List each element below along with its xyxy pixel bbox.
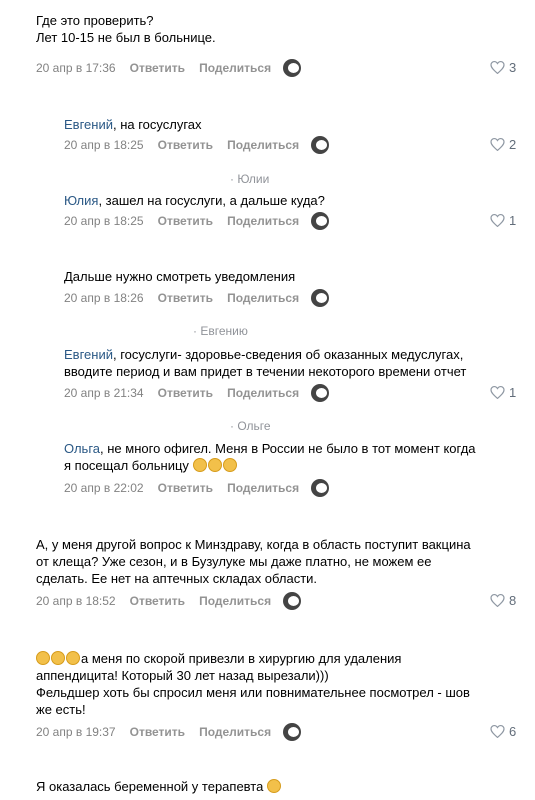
comment-text: А, у меня другой вопрос к Минздраву, ког… bbox=[36, 536, 471, 587]
comment-meta: 20 апр в 18:25 Ответить Поделиться bbox=[64, 212, 330, 230]
heart-icon bbox=[490, 138, 505, 151]
comment-line: Лет 10-15 не был в больнице. bbox=[36, 30, 216, 45]
comment-text: Где это проверить? Лет 10-15 не был в бо… bbox=[36, 12, 216, 46]
comment-date[interactable]: 20 апр в 17:36 bbox=[36, 61, 116, 75]
share-button[interactable]: Поделиться bbox=[199, 61, 271, 75]
like-button[interactable]: 2 bbox=[490, 137, 516, 152]
avatar[interactable] bbox=[283, 723, 302, 741]
comment-meta: 20 апр в 18:25 Ответить Поделиться bbox=[64, 136, 330, 154]
comment-date[interactable]: 20 апр в 18:25 bbox=[64, 214, 144, 228]
avatar[interactable] bbox=[311, 212, 330, 230]
heart-icon bbox=[490, 594, 505, 607]
flushed-emoji-icon bbox=[222, 458, 237, 472]
comment-line: от клеща? Уже сезон, и в Бузулуке мы даж… bbox=[36, 554, 432, 569]
reply-button[interactable]: Ответить bbox=[130, 61, 185, 75]
reply-button[interactable]: Ответить bbox=[158, 291, 213, 305]
heart-icon bbox=[490, 214, 505, 227]
avatar[interactable] bbox=[311, 384, 330, 402]
comment-meta: 20 апр в 21:34 Ответить Поделиться bbox=[64, 384, 330, 402]
share-button[interactable]: Поделиться bbox=[227, 138, 299, 152]
comment-line: вводите период и вам придет в течении не… bbox=[64, 364, 467, 379]
laughing-emoji-icon bbox=[66, 651, 80, 665]
share-button[interactable]: Поделиться bbox=[199, 725, 271, 739]
comment-text: Юлия, зашел на госуслуги, а дальше куда? bbox=[64, 192, 325, 209]
share-button[interactable]: Поделиться bbox=[227, 386, 299, 400]
reply-button[interactable]: Ответить bbox=[158, 138, 213, 152]
comment-line: , зашел на госуслуги, а дальше куда? bbox=[98, 193, 325, 208]
comment-line: Я оказалась беременной у терапевта bbox=[36, 779, 264, 794]
comment-date[interactable]: 20 апр в 18:26 bbox=[64, 291, 144, 305]
like-button[interactable]: 8 bbox=[490, 593, 516, 608]
comment-text: Ольга, не много офигел. Меня в России не… bbox=[64, 440, 476, 474]
comment-line: Фельдшер хоть бы спросил меня или повним… bbox=[36, 685, 470, 700]
flushed-emoji-icon bbox=[207, 458, 222, 472]
like-button[interactable]: 1 bbox=[490, 385, 516, 400]
share-button[interactable]: Поделиться bbox=[199, 594, 271, 608]
reply-to-label[interactable]: · Юлии bbox=[230, 172, 269, 186]
comment-line: сделать. Ее нет на аптечных складах обла… bbox=[36, 571, 318, 586]
comment-text: Я оказалась беременной у терапевта bbox=[36, 778, 282, 795]
like-count: 3 bbox=[509, 60, 517, 75]
comment-line: , госуслуги- здоровье-сведения об оказан… bbox=[112, 347, 464, 362]
share-button[interactable]: Поделиться bbox=[227, 291, 299, 305]
author-link[interactable]: Евгений bbox=[64, 347, 113, 362]
like-count: 1 bbox=[509, 213, 517, 228]
share-button[interactable]: Поделиться bbox=[227, 214, 299, 228]
comment-line: , на госуслугах bbox=[112, 117, 202, 132]
comment-line: , не много офигел. Меня в России не было… bbox=[100, 441, 476, 456]
comment-meta: 20 апр в 17:36 Ответить Поделиться bbox=[36, 59, 302, 77]
author-link[interactable]: Юлия bbox=[64, 193, 98, 208]
tired-emoji-icon bbox=[266, 779, 281, 793]
comment-text: Евгений, на госуслугах bbox=[64, 116, 202, 133]
comment-text: Дальше нужно смотреть уведомления bbox=[64, 269, 296, 284]
comment-date[interactable]: 20 апр в 18:52 bbox=[36, 594, 116, 608]
comment-meta: 20 апр в 18:26 Ответить Поделиться bbox=[64, 289, 330, 307]
comment-date[interactable]: 20 апр в 21:34 bbox=[64, 386, 144, 400]
reply-button[interactable]: Ответить bbox=[158, 386, 213, 400]
like-button[interactable]: 3 bbox=[490, 60, 516, 75]
author-link[interactable]: Евгений bbox=[64, 117, 113, 132]
reply-button[interactable]: Ответить bbox=[158, 214, 213, 228]
comment-text: а меня по скорой привезли в хирургию для… bbox=[36, 650, 470, 718]
share-button[interactable]: Поделиться bbox=[227, 481, 299, 495]
laughing-emoji-icon bbox=[51, 651, 65, 665]
reply-to-label[interactable]: · Евгению bbox=[193, 324, 248, 338]
comment-line: я посещал больницу bbox=[64, 458, 189, 473]
reply-button[interactable]: Ответить bbox=[158, 481, 213, 495]
comment-date[interactable]: 20 апр в 22:02 bbox=[64, 481, 144, 495]
avatar[interactable] bbox=[311, 479, 330, 497]
heart-icon bbox=[490, 725, 505, 738]
heart-icon bbox=[490, 386, 505, 399]
comment-line: аппендицита! Который 30 лет назад выреза… bbox=[36, 668, 329, 683]
comment-date[interactable]: 20 апр в 19:37 bbox=[36, 725, 116, 739]
avatar[interactable] bbox=[311, 289, 330, 307]
avatar[interactable] bbox=[283, 59, 302, 77]
comment-line: А, у меня другой вопрос к Минздраву, ког… bbox=[36, 537, 471, 552]
comment-text: Евгений, госуслуги- здоровье-сведения об… bbox=[64, 346, 466, 380]
comment-meta: 20 апр в 18:52 Ответить Поделиться bbox=[36, 592, 302, 610]
like-count: 6 bbox=[509, 724, 517, 739]
comment-meta: 20 апр в 22:02 Ответить Поделиться bbox=[64, 479, 330, 497]
flushed-emoji-icon bbox=[192, 458, 207, 472]
reply-button[interactable]: Ответить bbox=[130, 725, 185, 739]
avatar[interactable] bbox=[311, 136, 330, 154]
reply-to-label[interactable]: · Ольге bbox=[230, 419, 271, 433]
heart-icon bbox=[490, 61, 505, 74]
reply-button[interactable]: Ответить bbox=[130, 594, 185, 608]
laughing-emoji-icon bbox=[36, 651, 50, 665]
comment-line: Где это проверить? bbox=[36, 13, 154, 28]
author-link[interactable]: Ольга bbox=[64, 441, 100, 456]
like-button[interactable]: 1 bbox=[490, 213, 516, 228]
comment-meta: 20 апр в 19:37 Ответить Поделиться bbox=[36, 723, 302, 741]
like-count: 1 bbox=[509, 385, 517, 400]
like-count: 8 bbox=[509, 593, 517, 608]
like-button[interactable]: 6 bbox=[490, 724, 516, 739]
comment-line: же есть! bbox=[36, 702, 86, 717]
comment-date[interactable]: 20 апр в 18:25 bbox=[64, 138, 144, 152]
like-count: 2 bbox=[509, 137, 517, 152]
comment-line: а меня по скорой привезли в хирургию для… bbox=[81, 651, 402, 666]
avatar[interactable] bbox=[283, 592, 302, 610]
